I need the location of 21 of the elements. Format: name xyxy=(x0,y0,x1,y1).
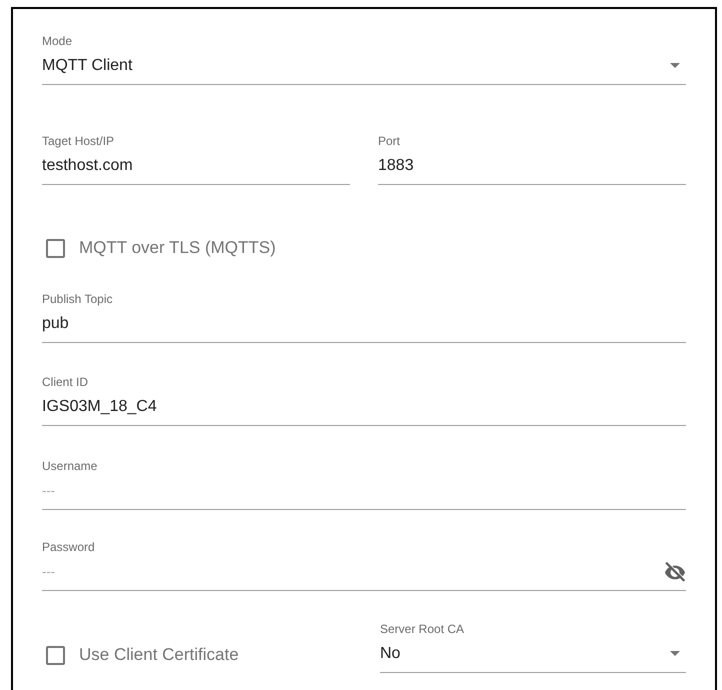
field-label: Publish Topic xyxy=(42,292,114,307)
field-label: Mode xyxy=(42,34,74,49)
field-label: Port xyxy=(378,134,402,149)
select-field[interactable]: No xyxy=(380,637,686,673)
field-label: Taget Host/IP xyxy=(42,134,116,149)
checkbox[interactable] xyxy=(46,646,65,664)
field-label: Password xyxy=(42,540,96,555)
dropdown-caret-icon[interactable] xyxy=(670,651,680,656)
input-field[interactable]: IGS03M_18_C4 xyxy=(42,390,686,426)
checkbox-label[interactable]: MQTT over TLS (MQTTS) xyxy=(79,235,276,261)
checkbox[interactable] xyxy=(46,238,65,258)
input-field[interactable]: pub xyxy=(42,307,686,343)
checkbox-label[interactable]: Use Client Certificate xyxy=(79,642,239,668)
input-field[interactable]: testhost.com xyxy=(42,149,350,185)
field-label: Client ID xyxy=(42,375,90,390)
select-field[interactable]: MQTT Client xyxy=(42,49,686,85)
eye-slash-icon[interactable] xyxy=(664,562,686,582)
input-field[interactable]: 1883 xyxy=(378,149,686,185)
dropdown-caret-icon[interactable] xyxy=(670,63,680,68)
field-label: Username xyxy=(42,459,98,474)
field-label: Server Root CA xyxy=(380,622,466,637)
